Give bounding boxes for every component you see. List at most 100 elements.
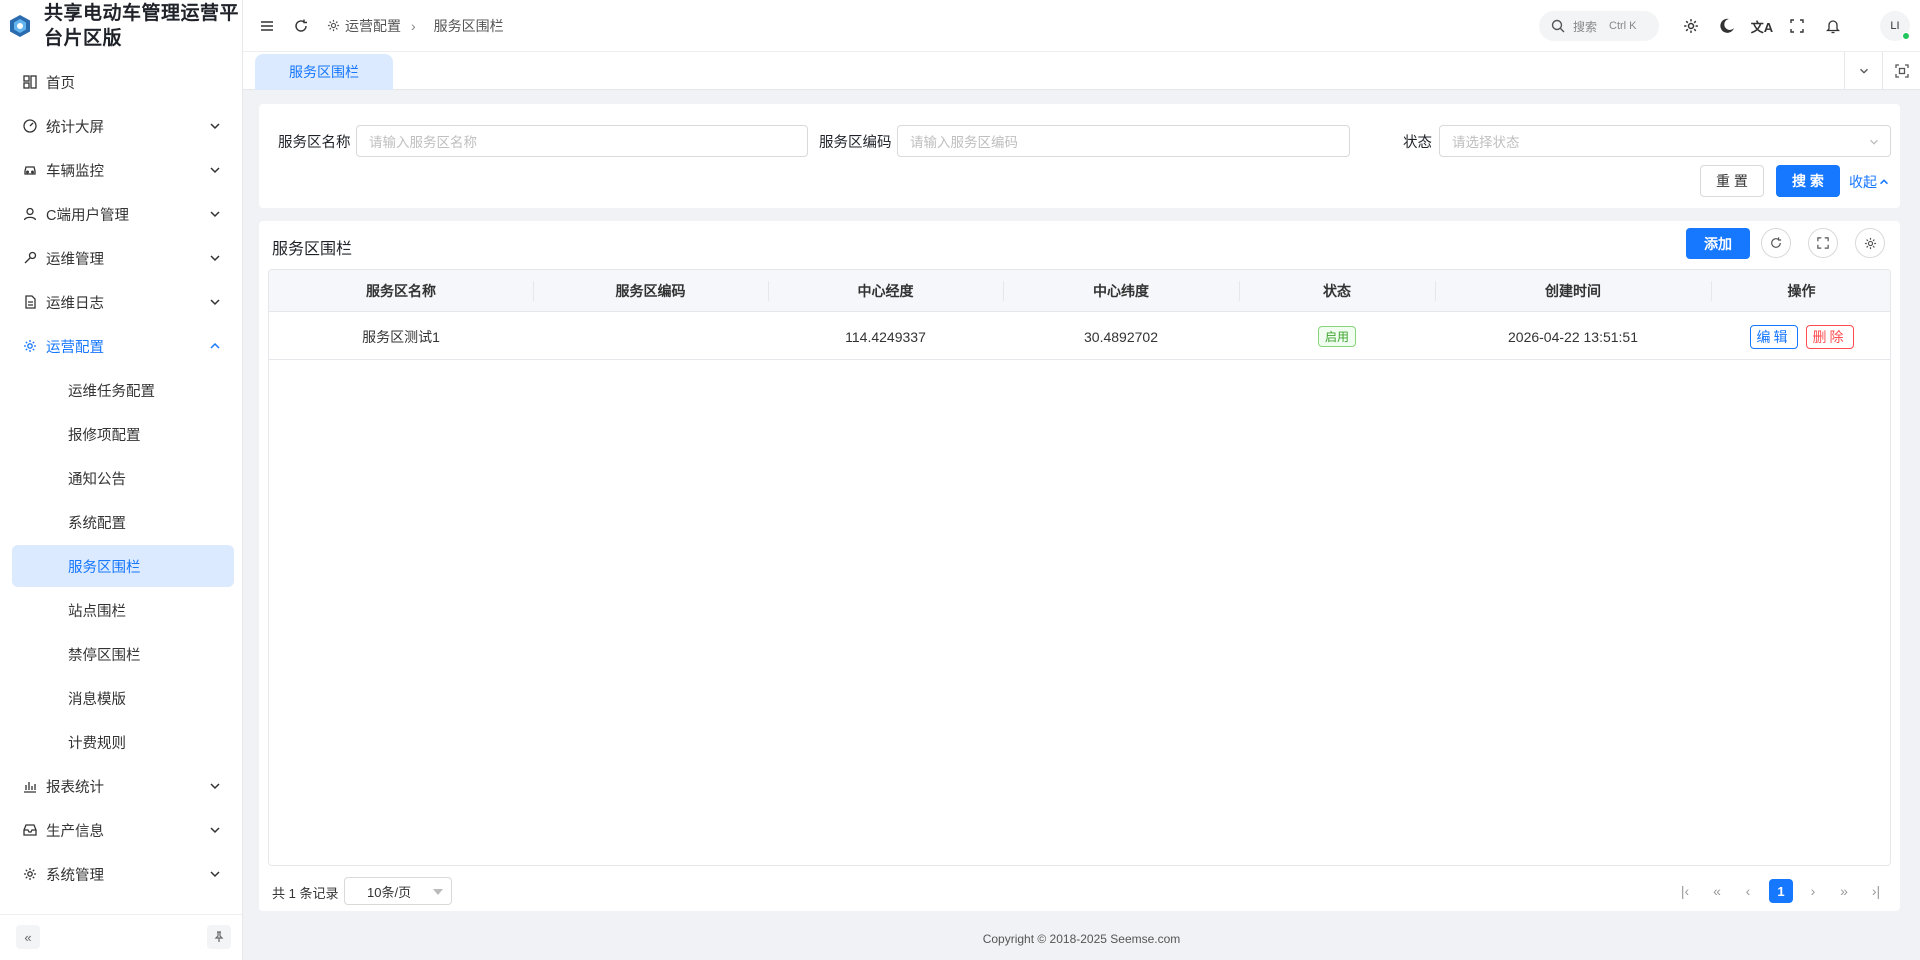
sidebar-item-home[interactable]: 首页 (0, 60, 242, 104)
column-header[interactable]: 中心纬度 (1003, 270, 1239, 312)
chevron-down-icon (210, 827, 220, 834)
table-header: 服务区名称 服务区编码 中心经度 中心纬度 状态 创建时间 操作 (269, 270, 1890, 312)
table-fullscreen-button[interactable] (1808, 228, 1838, 258)
avatar[interactable]: LI (1880, 11, 1910, 41)
sidebar-subitem-message-template[interactable]: 消息模版 (0, 676, 242, 720)
sidebar-item-dashboard[interactable]: 统计大屏 (0, 104, 242, 148)
sidebar-subitem-station-fence[interactable]: 站点围栏 (0, 588, 242, 632)
sidebar-item-system[interactable]: 系统管理 (0, 852, 242, 896)
service-area-name-input[interactable]: 请输入服务区名称 (356, 125, 808, 157)
next-group-button[interactable]: » (1832, 879, 1856, 903)
chevron-down-icon (210, 123, 220, 130)
sidebar-subitem-no-parking-fence[interactable]: 禁停区围栏 (0, 632, 242, 676)
status-select[interactable]: 请选择状态 (1439, 125, 1891, 157)
gear-icon (22, 338, 38, 354)
prev-page-button[interactable]: ‹ (1736, 879, 1760, 903)
refresh-icon (295, 19, 307, 32)
search-button[interactable]: 搜 索 (1776, 165, 1840, 197)
tab-dropdown-button[interactable] (1844, 52, 1882, 90)
name-placeholder: 请输入服务区名称 (369, 135, 477, 150)
status-placeholder: 请选择状态 (1452, 135, 1520, 150)
translate-icon: 文A (1750, 19, 1774, 35)
sidebar-item-ops[interactable]: 运维管理 (0, 236, 242, 280)
gear-icon (22, 866, 38, 882)
global-search[interactable]: 搜索 Ctrl K (1539, 11, 1659, 41)
sidebar-subitem-billing-rules[interactable]: 计费规则 (0, 720, 242, 764)
column-settings-button[interactable] (1855, 228, 1885, 258)
chevron-down-icon (210, 255, 220, 262)
collapse-sidebar-button[interactable]: « (16, 925, 40, 949)
prev-group-button[interactable]: « (1705, 879, 1729, 903)
service-area-code-input[interactable]: 请输入服务区编码 (897, 125, 1350, 157)
app-title: 共享电动车管理运营平台片区版 (44, 3, 240, 49)
sidebar-item-ops-log[interactable]: 运维日志 (0, 280, 242, 324)
table-title: 服务区围栏 (272, 241, 353, 258)
chevron-right-icon: › (1810, 883, 1816, 899)
sidebar-item-production[interactable]: 生产信息 (0, 808, 242, 852)
reset-button[interactable]: 重 置 (1700, 165, 1764, 197)
sidebar-item-ops-config[interactable]: 运营配置 (0, 324, 242, 368)
settings-button[interactable] (1679, 14, 1703, 38)
sidebar-item-reports[interactable]: 报表统计 (0, 764, 242, 808)
bell-icon (1826, 19, 1840, 33)
column-header[interactable]: 创建时间 (1435, 270, 1711, 312)
sidebar-item-vehicle-monitor[interactable]: 车辆监控 (0, 148, 242, 192)
chevron-down-icon (210, 871, 220, 878)
last-page-button[interactable]: ›| (1864, 879, 1888, 903)
sidebar-item-c-users[interactable]: C端用户管理 (0, 192, 242, 236)
pin-sidebar-button[interactable] (207, 925, 231, 949)
refresh-icon (1771, 237, 1782, 248)
column-header[interactable]: 中心经度 (768, 270, 1003, 312)
sidebar-item-label: 运营配置 (46, 339, 104, 356)
sidebar-item-label: C端用户管理 (46, 207, 129, 224)
sidebar-subitem-notice[interactable]: 通知公告 (0, 456, 242, 500)
add-button[interactable]: 添加 (1686, 228, 1750, 259)
sidebar-subitem-repair-config[interactable]: 报修项配置 (0, 412, 242, 456)
search-shortcut: Ctrl K (1609, 20, 1637, 32)
search-form: 服务区名称 请输入服务区名称 服务区编码 请输入服务区编码 状态 请选择状态 重… (259, 104, 1900, 208)
car-icon (22, 162, 38, 178)
pagination-total: 共 1 条记录 (272, 886, 339, 901)
menu-toggle-button[interactable] (255, 14, 279, 38)
gear-icon (327, 19, 340, 32)
collapse-link[interactable]: 收起 (1849, 172, 1890, 192)
notifications-button[interactable] (1821, 14, 1845, 38)
column-header[interactable]: 操作 (1711, 270, 1890, 312)
fullscreen-icon (1790, 19, 1804, 33)
theme-toggle-button[interactable] (1715, 14, 1739, 38)
sidebar-subitem-service-fence[interactable]: 服务区围栏 (12, 545, 234, 587)
logo-icon (10, 15, 30, 37)
sidebar-footer: « (0, 914, 242, 960)
table-row[interactable]: 服务区测试1 114.4249337 30.4892702 启用 2026-04… (269, 313, 1890, 360)
language-button[interactable]: 文A (1750, 14, 1774, 38)
code-label: 服务区编码 (819, 135, 892, 151)
delete-button[interactable]: 删除 (1805, 324, 1854, 349)
footer-copyright: Copyright © 2018-2025 Seemse.com (982, 932, 1181, 946)
chevron-down-icon (1859, 68, 1868, 74)
next-page-button[interactable]: › (1801, 879, 1825, 903)
name-label: 服务区名称 (278, 135, 351, 151)
page-number-button[interactable]: 1 (1769, 879, 1793, 903)
tab-service-fence[interactable]: 服务区围栏 (255, 54, 393, 90)
sidebar-subitem-label: 通知公告 (68, 471, 126, 488)
breadcrumb-item[interactable]: 运营配置 (345, 16, 401, 36)
search-label: 搜索 (1573, 19, 1598, 34)
column-header[interactable]: 状态 (1239, 270, 1435, 312)
sidebar-subitem-label: 计费规则 (68, 735, 126, 752)
column-header[interactable]: 服务区编码 (533, 270, 768, 312)
refresh-button[interactable] (289, 14, 313, 38)
last-page-icon: ›| (1871, 883, 1881, 899)
cell-name: 服务区测试1 (362, 328, 440, 345)
double-chevron-right-icon: » (1840, 883, 1848, 899)
reload-table-button[interactable] (1761, 228, 1791, 258)
edit-button[interactable]: 编辑 (1749, 324, 1798, 349)
fullscreen-button[interactable] (1785, 14, 1809, 38)
sidebar-subitem-system-config[interactable]: 系统配置 (0, 500, 242, 544)
column-header[interactable]: 服务区名称 (269, 270, 533, 312)
page-size-select[interactable]: 10条/页 (344, 877, 452, 905)
sidebar-subitem-label: 消息模版 (68, 691, 126, 708)
tab-maximize-button[interactable] (1882, 52, 1920, 90)
sidebar-subitem-ops-task-config[interactable]: 运维任务配置 (0, 368, 242, 412)
chevron-up-icon (1880, 179, 1888, 185)
first-page-button[interactable]: |‹ (1673, 879, 1697, 903)
